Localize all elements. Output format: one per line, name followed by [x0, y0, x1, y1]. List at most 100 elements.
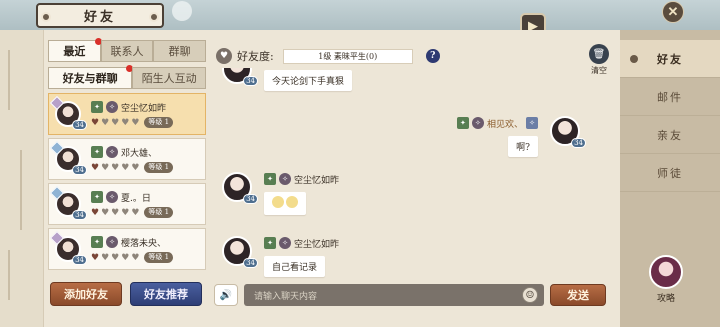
friend-item[interactable]: 34 ✦ ✧ 邓大雄、 ♥ ♥ ♥ ♥ ♥ 等级 1: [48, 138, 206, 180]
tab-contacts[interactable]: 联系人: [100, 40, 154, 62]
title-ornament-right: [149, 12, 159, 22]
role-icon: ✧: [106, 101, 118, 113]
message-bubble[interactable]: 自己看记录: [264, 256, 326, 277]
friend-list: 34 ✦ ✧ 空尘忆如昨 ♥ ♥ ♥ ♥ ♥ 等级 1 34 ✦ ✧ 邓大雄、 ♥ ♥ ♥ ♥ ♥ 等级 1…: [48, 93, 206, 271]
level-label: 等级: [148, 253, 163, 261]
role-icon: ✧: [279, 173, 291, 185]
voice-icon[interactable]: 🔊: [214, 284, 238, 306]
title-ornament-left: [41, 12, 51, 22]
level-value: 1: [164, 253, 170, 261]
close-icon[interactable]: ✕: [662, 1, 684, 23]
help-icon[interactable]: ?: [425, 49, 440, 63]
level-value: 1: [164, 163, 170, 171]
nav-friends[interactable]: 好友: [620, 40, 720, 78]
message-bubble[interactable]: 啊?: [508, 136, 538, 157]
avatar: 34: [49, 140, 87, 175]
tab-friends-groups-label: 好友与群聊: [62, 72, 118, 85]
nav-mentorship-label: 师徒: [657, 166, 683, 180]
moon-decoration: [172, 1, 192, 21]
intimacy-hearts: ♥ ♥ ♥ ♥ ♥ 等级 1: [91, 252, 174, 263]
title-icon: ✧: [526, 117, 538, 129]
guide-button[interactable]: 攻略: [644, 255, 688, 309]
intimacy-hearts: ♥ ♥ ♥ ♥ ♥ 等级 1: [91, 162, 174, 173]
conversation-list-panel: 最近 联系人 群聊 好友与群聊 陌生人互动 34 ✦ ✧ 空尘忆如昨 ♥ ♥ ♥ ♥ ♥ 等级…: [48, 38, 207, 310]
level-value: 1: [164, 208, 170, 216]
avatar: 34: [49, 230, 87, 265]
add-friend-button[interactable]: 添加好友: [50, 282, 122, 306]
avatar: 34: [49, 95, 87, 130]
level-label: 等级: [148, 208, 163, 216]
sender-name: 空尘忆如昨: [294, 175, 340, 186]
scroll-decoration: [0, 30, 44, 327]
sect-icon: ✦: [91, 101, 103, 113]
nav-mentorship[interactable]: 师徒: [620, 154, 720, 192]
friend-item[interactable]: 34 ✦ ✧ 樱落未央、 ♥ ♥ ♥ ♥ ♥ 等级 1: [48, 228, 206, 270]
message-row: 34 ✦ ✧ 相见欢、 ✧ 啊?: [456, 116, 586, 157]
sub-tabs: 好友与群聊 陌生人互动: [48, 65, 206, 89]
role-icon: ✧: [279, 237, 291, 249]
intimacy-hearts: ♥ ♥ ♥ ♥ ♥ 等级 1: [91, 117, 174, 128]
avatar: 34: [550, 116, 586, 148]
message-bubble[interactable]: 今天论剑下手真狠: [264, 70, 353, 91]
selected-indicator: [630, 55, 638, 63]
friend-recommend-button[interactable]: 好友推荐: [130, 282, 202, 306]
chat-input[interactable]: 请输入聊天内容 ☺: [244, 284, 544, 306]
intimacy-header: ♥ 好友度: 1级 素昧平生(0) ?: [216, 48, 440, 64]
sect-icon: ✦: [264, 173, 276, 185]
input-placeholder: 请输入聊天内容: [254, 291, 318, 302]
tab-group-chat[interactable]: 群聊: [153, 40, 207, 62]
tab-friends-groups[interactable]: 好友与群聊: [48, 65, 134, 89]
emoji-message-bubble[interactable]: [264, 192, 306, 215]
nav-mail[interactable]: 邮件: [620, 78, 720, 116]
message-row: 34 今天论剑下手真狠: [222, 68, 353, 91]
sender-name: 空尘忆如昨: [294, 239, 340, 250]
tab-strangers-label: 陌生人互动: [141, 72, 197, 85]
intimacy-value: 1级 素昧平生(0): [282, 48, 413, 64]
sect-icon: ✦: [456, 117, 469, 129]
window-title-text: 好友: [83, 10, 116, 25]
level-label: 等级: [148, 163, 163, 171]
intimacy-label: 好友度:: [237, 50, 274, 63]
emoji-icon[interactable]: ☺: [522, 287, 538, 303]
tab-group-chat-label: 群聊: [168, 45, 191, 58]
role-icon: ✧: [106, 236, 118, 248]
sect-icon: ✦: [91, 236, 103, 248]
friend-name: 邓大雄、: [121, 148, 158, 159]
guide-avatar: [649, 255, 683, 289]
role-icon: ✧: [106, 146, 118, 158]
message-row: 34 ✦ ✧ 空尘忆如昨: [222, 172, 339, 215]
tab-strangers[interactable]: 陌生人互动: [132, 67, 206, 89]
send-button[interactable]: 发送: [550, 284, 606, 306]
nav-mail-label: 邮件: [657, 90, 683, 104]
nav-relatives[interactable]: 亲友: [620, 116, 720, 154]
chat-input-bar: 🔊 请输入聊天内容 ☺: [214, 284, 544, 306]
message-list: 34 今天论剑下手真狠 34 ✦ ✧ 相见欢、 ✧ 啊? 34 ✦ ✧ 空尘忆如昨 34 …: [210, 68, 610, 280]
tab-recent-label: 最近: [63, 45, 86, 58]
top-tabs: 最近 联系人 群聊: [48, 38, 207, 62]
window-title: 好友: [36, 3, 164, 28]
role-icon: ✧: [106, 191, 118, 203]
friend-item[interactable]: 34 ✦ ✧ 夏.。日 ♥ ♥ ♥ ♥ ♥ 等级 1: [48, 183, 206, 225]
nav-friends-label: 好友: [657, 52, 683, 66]
tab-contacts-label: 联系人: [110, 45, 144, 58]
friend-name: 空尘忆如昨: [121, 103, 167, 114]
friend-item[interactable]: 34 ✦ ✧ 空尘忆如昨 ♥ ♥ ♥ ♥ ♥ 等级 1: [48, 93, 206, 135]
guide-label: 攻略: [656, 294, 675, 304]
sect-icon: ✦: [264, 237, 276, 249]
role-icon: ✧: [471, 117, 484, 129]
intimacy-hearts: ♥ ♥ ♥ ♥ ♥ 等级 1: [91, 207, 174, 218]
friend-name: 夏.。日: [121, 193, 151, 204]
sect-icon: ✦: [91, 191, 103, 203]
tab-recent[interactable]: 最近: [48, 38, 102, 62]
nav-relatives-label: 亲友: [657, 128, 683, 142]
heart-icon: ♥: [216, 48, 232, 64]
avatar: 34: [222, 68, 258, 86]
sect-icon: ✦: [91, 146, 103, 158]
friend-name: 樱落未央、: [121, 238, 167, 249]
level-value: 1: [164, 118, 170, 126]
avatar: 34: [49, 185, 87, 220]
message-row: 34 ✦ ✧ 空尘忆如昨 自己看记录: [222, 236, 339, 277]
avatar: 34: [222, 236, 258, 268]
level-label: 等级: [148, 118, 163, 126]
trash-icon: 🗑: [589, 44, 609, 64]
